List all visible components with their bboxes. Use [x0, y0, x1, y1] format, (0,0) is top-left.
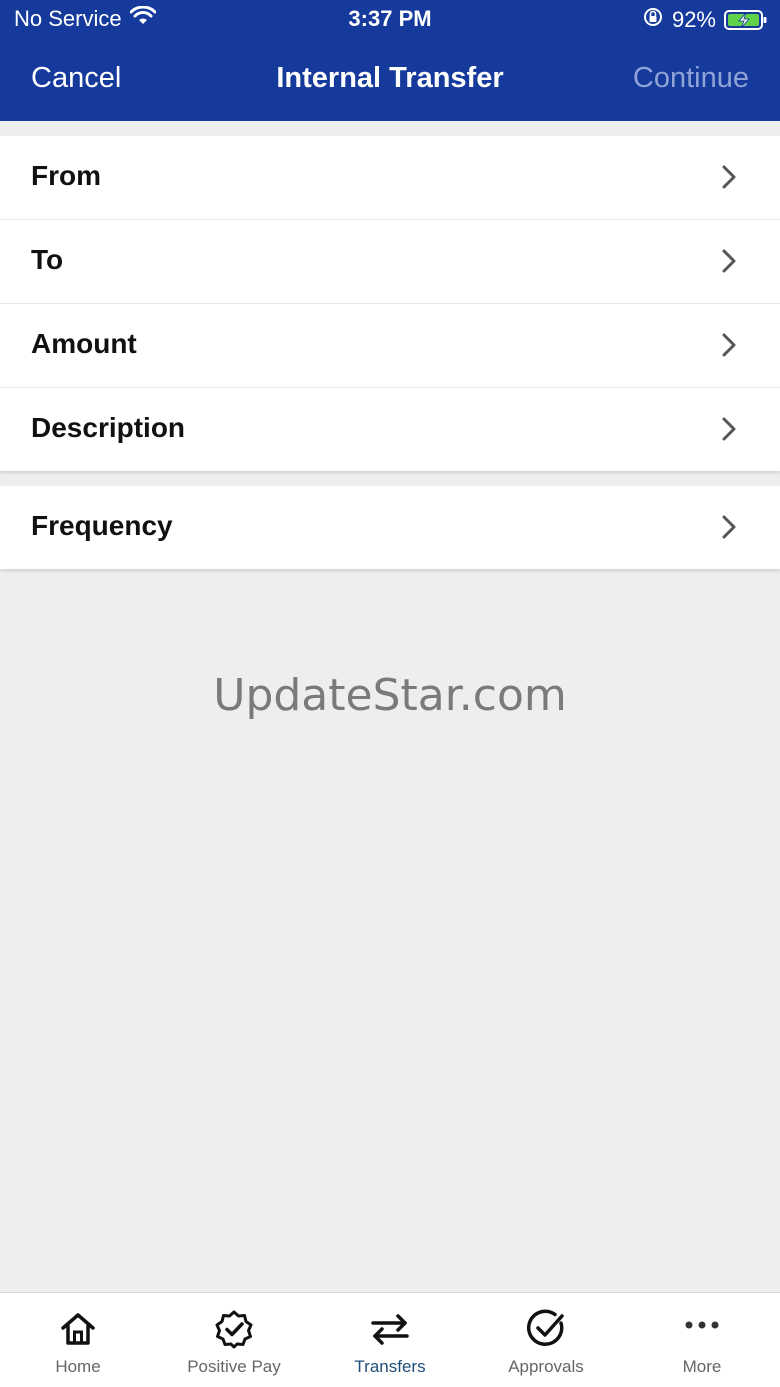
- check-circle-icon: [526, 1309, 564, 1347]
- transfer-arrows-icon: [371, 1314, 409, 1345]
- tab-approvals[interactable]: Approvals: [468, 1293, 624, 1387]
- chevron-right-icon: [722, 333, 736, 357]
- tab-label-transfers: Transfers: [354, 1357, 426, 1376]
- chevron-right-icon: [722, 515, 736, 539]
- tab-label-approvals: Approvals: [508, 1357, 584, 1376]
- row-label-from: From: [31, 160, 101, 191]
- chevron-right-icon: [722, 417, 736, 441]
- schedule-group: Frequency: [0, 486, 780, 569]
- row-label-to: To: [31, 244, 64, 275]
- frequency-row[interactable]: Frequency: [0, 486, 780, 569]
- chevron-right-icon: [722, 165, 736, 189]
- row-label-description: Description: [31, 412, 186, 443]
- verified-badge-icon: [215, 1310, 253, 1349]
- amount-row[interactable]: Amount: [0, 304, 780, 388]
- tab-home[interactable]: Home: [0, 1293, 156, 1387]
- tab-bar: Home Positive Pay Transfers Approvals Mo…: [0, 1292, 780, 1387]
- tab-positive-pay[interactable]: Positive Pay: [156, 1293, 312, 1387]
- tab-label-more: More: [682, 1357, 722, 1376]
- transfer-details-group: From To Amount Description: [0, 136, 780, 471]
- status-bar: No Service 3:37 PM 92%: [0, 0, 780, 40]
- nav-bar: Cancel Internal Transfer Continue: [0, 40, 780, 121]
- header: No Service 3:37 PM 92% Cancel Internal T…: [0, 0, 780, 121]
- row-label-amount: Amount: [31, 328, 137, 359]
- continue-button[interactable]: Continue: [633, 62, 749, 95]
- chevron-right-icon: [722, 249, 736, 273]
- tab-more[interactable]: More: [624, 1293, 780, 1387]
- orientation-lock-icon: [642, 6, 664, 34]
- from-row[interactable]: From: [0, 136, 780, 220]
- home-icon: [61, 1313, 95, 1345]
- row-label-frequency: Frequency: [31, 510, 173, 541]
- screen: No Service 3:37 PM 92% Cancel Internal T…: [0, 0, 780, 1387]
- tab-label-home: Home: [55, 1357, 101, 1376]
- tab-transfers[interactable]: Transfers: [312, 1293, 468, 1387]
- battery-percent: 92%: [671, 7, 716, 32]
- tab-label-positive-pay: Positive Pay: [187, 1357, 281, 1376]
- battery-charging-icon: [724, 9, 768, 31]
- watermark: UpdateStar.com: [213, 670, 567, 721]
- to-row[interactable]: To: [0, 220, 780, 304]
- more-dots-icon: [685, 1321, 719, 1329]
- description-row[interactable]: Description: [0, 388, 780, 471]
- status-right: 92%: [642, 6, 768, 34]
